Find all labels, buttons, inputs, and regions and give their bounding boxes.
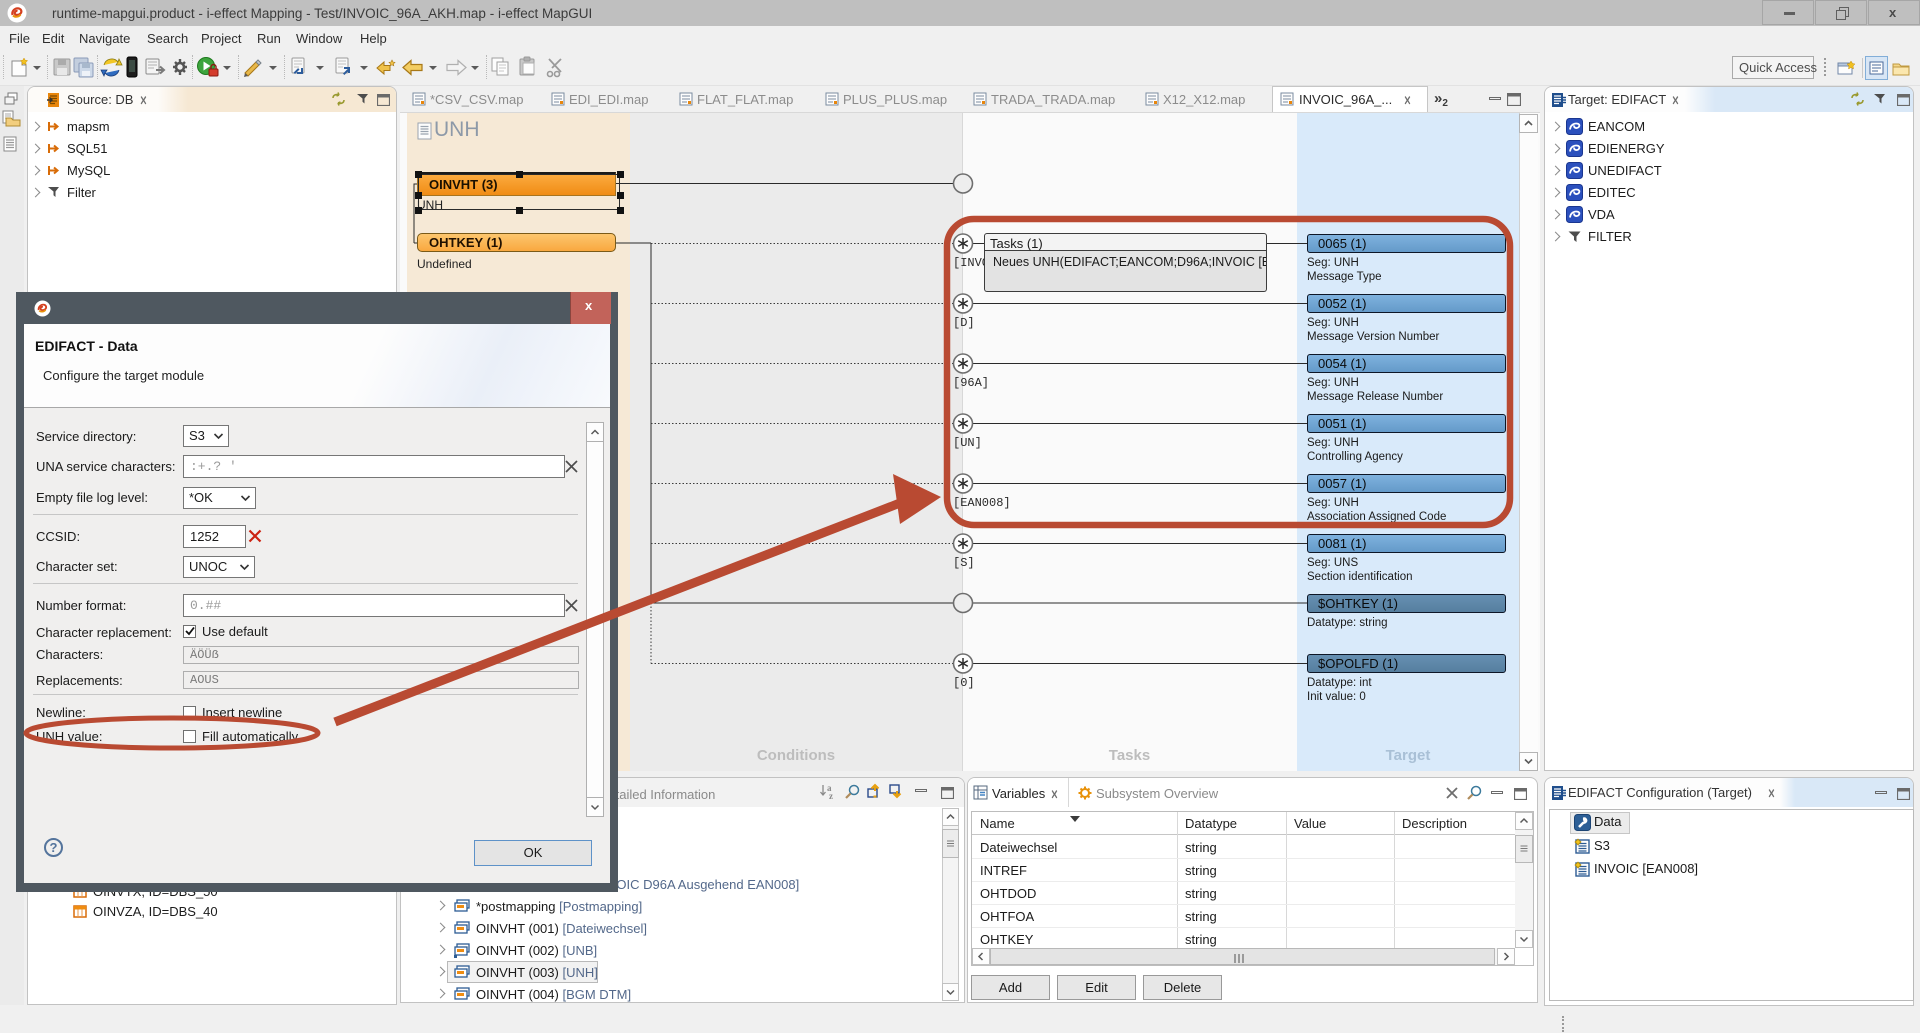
svg-text:z: z: [829, 791, 833, 801]
